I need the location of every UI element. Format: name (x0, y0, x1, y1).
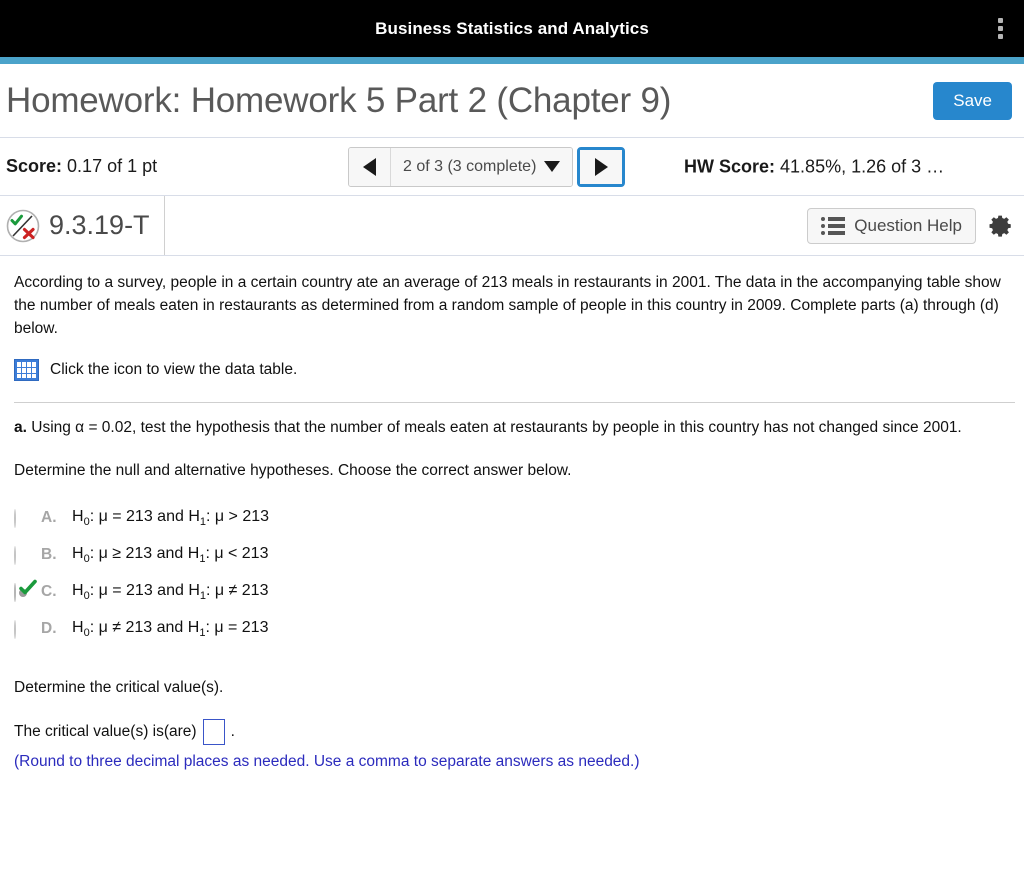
triangle-right-icon (594, 157, 608, 176)
accent-strip (0, 57, 1024, 64)
gear-icon[interactable] (988, 213, 1014, 239)
homework-score: HW Score: 41.85%, 1.26 of 3 … (684, 156, 1024, 177)
option-text-d: H0: μ ≠ 213 and H1: μ = 213 (72, 619, 269, 640)
app-bar: Business Statistics and Analytics (0, 0, 1024, 57)
data-table-link-label: Click the icon to view the data table. (50, 361, 298, 379)
option-a[interactable]: A. H0: μ = 213 and H1: μ > 213 (14, 507, 1010, 544)
grid-cell (22, 362, 26, 367)
green-check-icon (19, 579, 37, 595)
check-and-x-circle-icon (6, 209, 40, 242)
question-id-badge: 9.3.19-T (6, 196, 165, 255)
list-icon-row (821, 223, 846, 228)
list-icon-row (821, 230, 846, 235)
radio-button-a[interactable] (14, 509, 16, 529)
option-d[interactable]: D. H0: μ ≠ 213 and H1: μ = 213 (14, 618, 1010, 655)
list-icon-bar (828, 230, 846, 235)
question-navigator: 2 of 3 (3 complete) (348, 146, 626, 187)
part-a-body: Using α = 0.02, test the hypothesis that… (31, 419, 962, 437)
score-label: Score: (6, 156, 63, 176)
list-icon-bar (828, 223, 846, 228)
question-id-text: 9.3.19-T (49, 210, 150, 240)
critical-value-row: The critical value(s) is(are) . (14, 719, 1010, 746)
list-icon-dot (821, 230, 826, 235)
radio-wrap-d (14, 620, 32, 640)
table-grid-icon (14, 359, 39, 382)
score-value: 0.17 of 1 pt (67, 156, 158, 176)
homework-title-bar: Homework: Homework 5 Part 2 (Chapter 9) … (0, 64, 1024, 138)
navigator-group: 2 of 3 (3 complete) (348, 146, 574, 187)
grid-cell (32, 374, 36, 379)
grid-cell (32, 362, 36, 367)
critical-value-period: . (230, 723, 235, 741)
question-tools: Question Help (807, 207, 1014, 244)
list-icon (821, 216, 846, 235)
radio-wrap-a (14, 509, 32, 529)
part-a-text: a. Using α = 0.02, test the hypothesis t… (14, 417, 1010, 440)
app-title: Business Statistics and Analytics (375, 18, 649, 38)
option-letter-c: C. (41, 583, 57, 601)
question-selector-dropdown[interactable]: 2 of 3 (3 complete) (391, 147, 573, 186)
radio-button-b[interactable] (14, 546, 16, 566)
question-help-button[interactable]: Question Help (807, 207, 976, 244)
grid-cell (27, 362, 31, 367)
question-id-bar: 9.3.19-T Question Help (0, 196, 1024, 256)
hw-score-value: 41.85%, 1.26 of 3 … (780, 156, 945, 176)
data-table-link[interactable]: Click the icon to view the data table. (14, 359, 1010, 382)
option-letter-a: A. (41, 509, 57, 527)
previous-question-button[interactable] (349, 147, 391, 186)
caret-down-icon (544, 161, 561, 172)
grid-cell (27, 368, 31, 373)
kebab-dot (997, 18, 1003, 23)
page-title: Homework: Homework 5 Part 2 (Chapter 9) (6, 80, 672, 120)
section-divider (14, 402, 1015, 404)
grid-cell (22, 374, 26, 379)
grid-cell (17, 362, 21, 367)
option-text-b: H0: μ ≥ 213 and H1: μ < 213 (72, 545, 269, 566)
kebab-dot (997, 34, 1003, 39)
list-icon-dot (821, 216, 826, 221)
critical-value-label: The critical value(s) is(are) (14, 723, 197, 741)
question-content: According to a survey, people in a certa… (0, 256, 1024, 771)
question-help-label: Question Help (854, 215, 962, 235)
radio-button-d[interactable] (14, 620, 16, 640)
critical-value-prompt: Determine the critical value(s). (14, 679, 224, 697)
list-icon-bar (828, 216, 846, 221)
critical-value-input[interactable] (202, 719, 225, 746)
option-letter-d: D. (41, 620, 57, 638)
answer-options: A. H0: μ = 213 and H1: μ > 213 B. H0: μ … (14, 507, 1010, 655)
grid-cell (22, 368, 26, 373)
grid-cell (17, 374, 21, 379)
kebab-menu-icon[interactable] (990, 17, 1010, 41)
option-letter-b: B. (41, 546, 57, 564)
option-text-a: H0: μ = 213 and H1: μ > 213 (72, 508, 270, 529)
grid-cell (17, 368, 21, 373)
question-selector-label: 2 of 3 (3 complete) (403, 157, 537, 175)
question-stem: According to a survey, people in a certa… (14, 274, 1001, 337)
triangle-left-icon (363, 157, 376, 176)
option-text-c: H0: μ = 213 and H1: μ ≠ 213 (72, 582, 269, 603)
next-question-inner (580, 149, 623, 184)
kebab-dot (997, 26, 1003, 31)
option-c[interactable]: C. H0: μ = 213 and H1: μ ≠ 213 (14, 579, 1010, 618)
list-icon-dot (821, 223, 826, 228)
score-navigation-bar: Score: 0.17 of 1 pt 2 of 3 (3 complete) … (0, 138, 1024, 196)
hw-score-label: HW Score: (684, 156, 776, 176)
option-b[interactable]: B. H0: μ ≥ 213 and H1: μ < 213 (14, 544, 1010, 581)
radio-wrap-c (14, 579, 37, 603)
save-button[interactable]: Save (933, 81, 1012, 120)
part-a-prefix: a. (14, 419, 27, 437)
radio-button-c[interactable] (14, 583, 16, 603)
list-icon-row (821, 216, 846, 221)
grid-cell (32, 368, 36, 373)
radio-wrap-b (14, 546, 32, 566)
next-question-button[interactable] (577, 146, 626, 187)
rounding-note: (Round to three decimal places as needed… (14, 753, 640, 771)
hypotheses-prompt: Determine the null and alternative hypot… (14, 462, 572, 480)
question-score: Score: 0.17 of 1 pt (0, 156, 157, 177)
grid-cell (27, 374, 31, 379)
